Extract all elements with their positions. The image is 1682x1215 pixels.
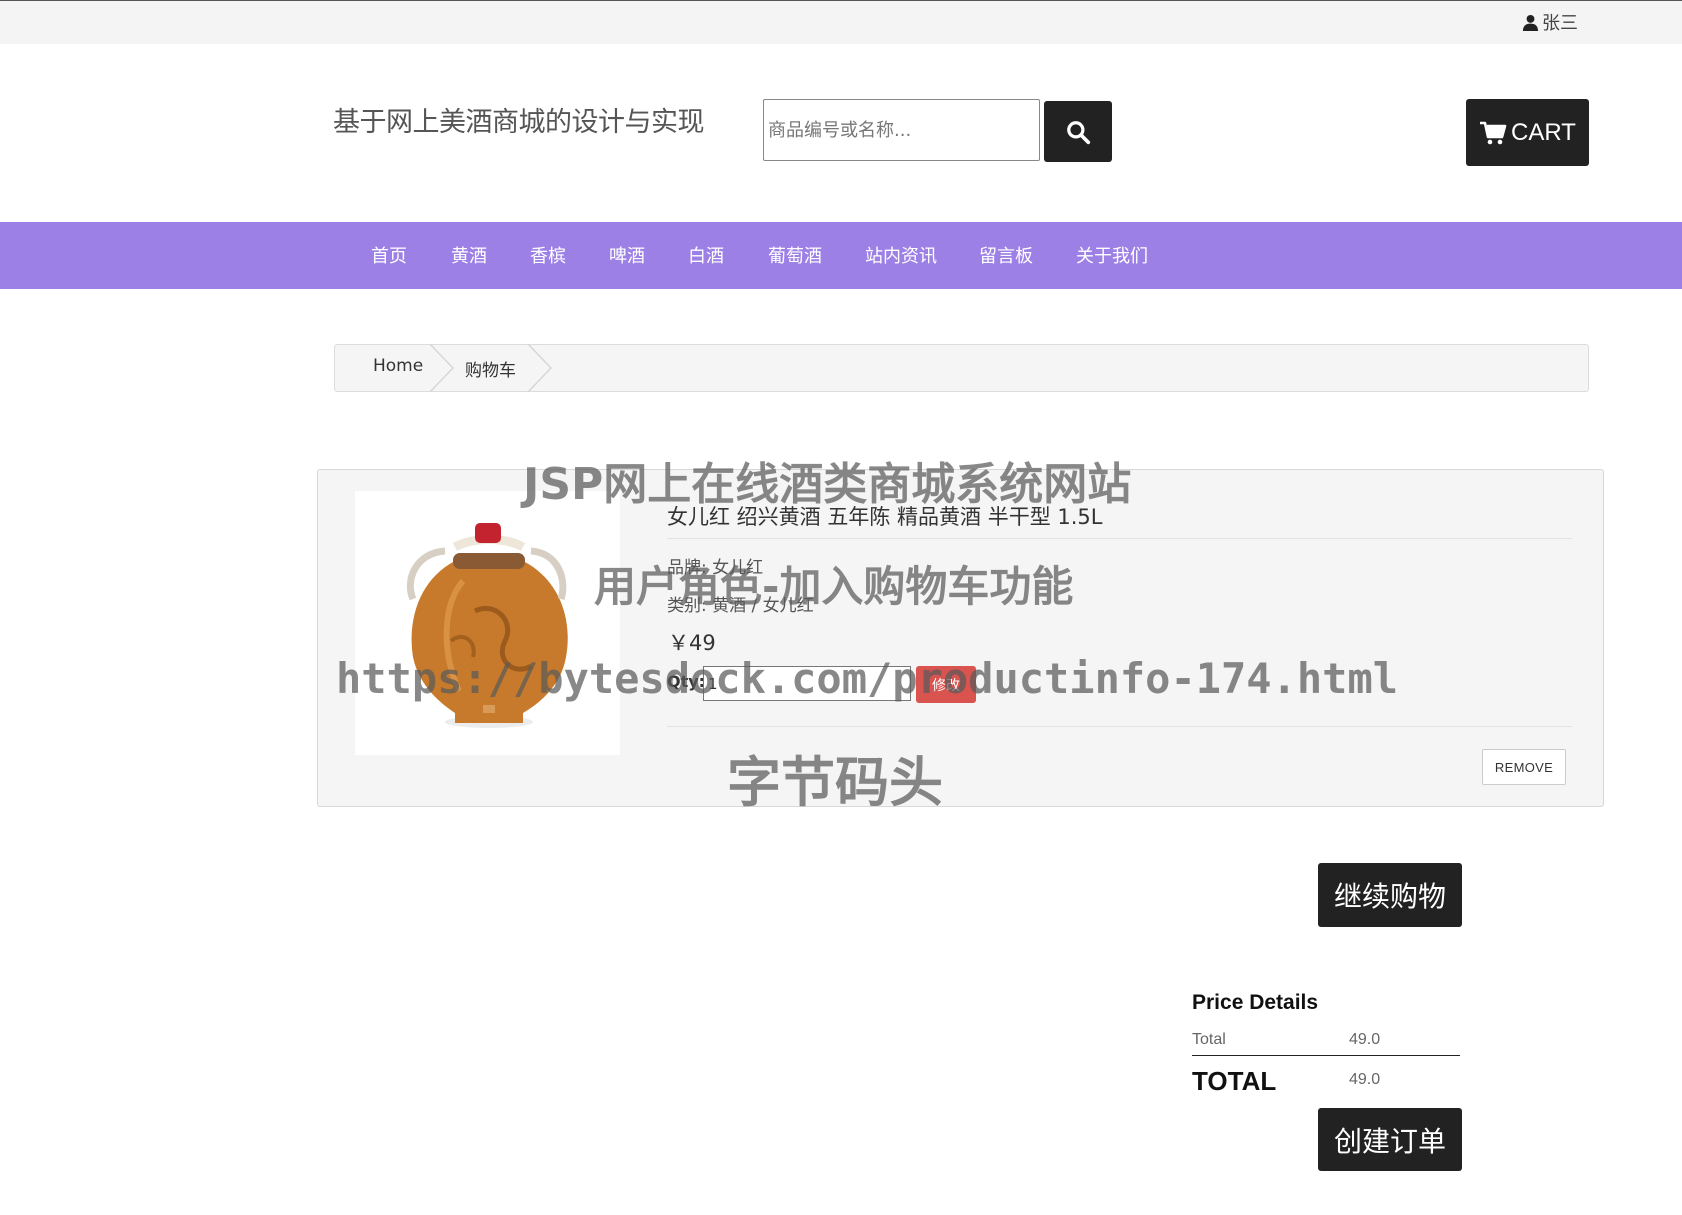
divider <box>667 726 1572 727</box>
top-bar <box>0 0 1682 44</box>
grand-total-value: 49.0 <box>1349 1071 1381 1088</box>
nav-item-news[interactable]: 站内资讯 <box>865 242 937 268</box>
qty-label: Qty: <box>667 672 706 691</box>
breadcrumb <box>334 344 1589 392</box>
breadcrumb-home[interactable]: Home <box>373 356 423 376</box>
nav-item-wine[interactable]: 葡萄酒 <box>768 242 822 268</box>
nav-item-home[interactable]: 首页 <box>371 242 407 268</box>
search-input[interactable] <box>763 99 1040 161</box>
create-order-button[interactable]: 创建订单 <box>1318 1108 1462 1171</box>
main-nav <box>0 222 1682 289</box>
nav-item-beer[interactable]: 啤酒 <box>609 242 645 268</box>
divider <box>667 538 1572 539</box>
product-name[interactable]: 女儿红 绍兴黄酒 五年陈 精品黄酒 半干型 1.5L <box>667 501 1102 531</box>
search-button[interactable] <box>1044 101 1112 162</box>
product-brand: 品牌: 女儿红 <box>667 558 764 578</box>
product-category: 类别: 黄酒 / 女儿红 <box>667 596 814 616</box>
nav-item-baijiu[interactable]: 白酒 <box>688 242 724 268</box>
subtotal-value: 49.0 <box>1349 1031 1381 1048</box>
cart-label: CART <box>1511 118 1576 146</box>
breadcrumb-separator-icon <box>527 344 552 392</box>
price-details-title: Price Details <box>1192 991 1319 1014</box>
subtotal-label: Total <box>1192 1031 1226 1048</box>
wine-jar-icon <box>406 523 568 728</box>
user-menu[interactable]: 张三 <box>1522 9 1578 35</box>
search-icon <box>1067 120 1091 144</box>
user-icon <box>1522 14 1539 31</box>
breadcrumb-current: 购物车 <box>465 361 516 381</box>
nav-item-huangjiu[interactable]: 黄酒 <box>451 242 487 268</box>
nav-item-about[interactable]: 关于我们 <box>1076 242 1148 268</box>
remove-button[interactable]: REMOVE <box>1482 749 1566 785</box>
modify-qty-button[interactable]: 修改 <box>916 666 976 703</box>
site-title[interactable]: 基于网上美酒商城的设计与实现 <box>333 100 705 139</box>
nav-item-message-board[interactable]: 留言板 <box>979 242 1033 268</box>
product-image[interactable] <box>355 491 620 755</box>
nav-item-champagne[interactable]: 香槟 <box>530 242 566 268</box>
breadcrumb-separator-icon <box>429 344 454 392</box>
grand-total-label: TOTAL <box>1192 1066 1277 1096</box>
cart-icon <box>1480 121 1507 144</box>
cart-button[interactable]: CART <box>1466 99 1589 166</box>
price-divider <box>1192 1055 1460 1056</box>
continue-shopping-button[interactable]: 继续购物 <box>1318 863 1462 927</box>
user-name: 张三 <box>1542 13 1578 34</box>
qty-input[interactable] <box>703 666 911 701</box>
product-price: ￥49 <box>668 631 716 655</box>
